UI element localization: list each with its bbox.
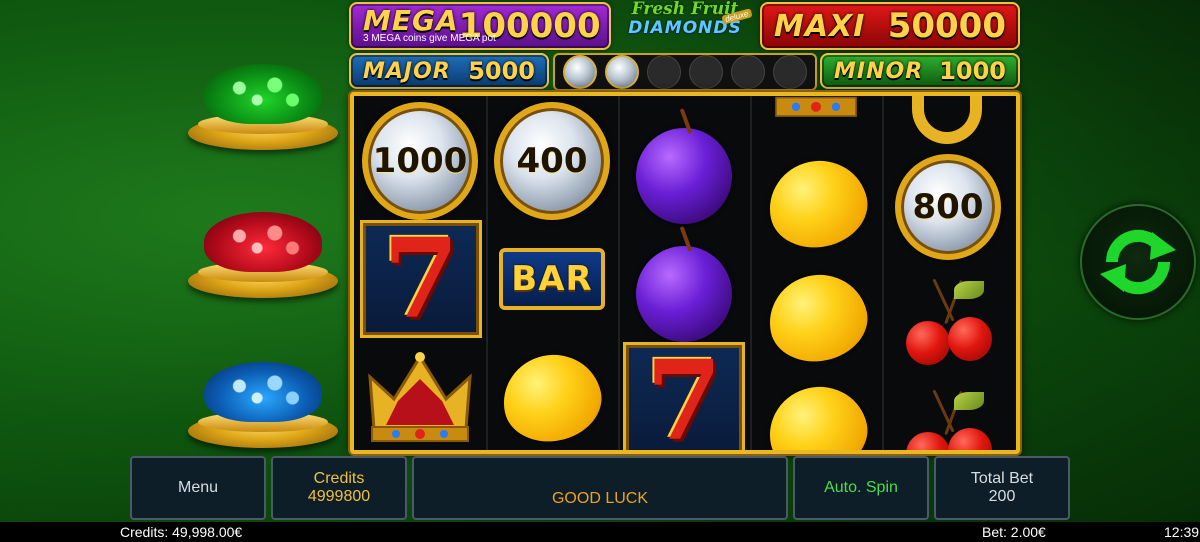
plum-icon xyxy=(636,128,732,224)
maxi-jackpot: MAXI 50000 xyxy=(760,2,1020,50)
maxi-value: 50000 xyxy=(887,6,1006,46)
emerald-pot xyxy=(188,60,338,150)
coin-symbol: 1000 xyxy=(362,102,478,220)
major-value: 5000 xyxy=(468,57,535,85)
coin-symbol: 800 xyxy=(895,154,1001,260)
status-bar: Credits: 49,998.00€ Bet: 2.00€ 12:39 xyxy=(0,522,1200,542)
reel3-row3: 7 xyxy=(622,342,746,450)
spin-arrows-icon xyxy=(1100,229,1176,295)
reel3-row1 xyxy=(634,126,734,226)
coin-symbol: 400 xyxy=(494,102,610,220)
menu-button[interactable]: Menu xyxy=(130,456,266,520)
mega-jackpot: MEGA 100000 3 MEGA coins give MEGA pot xyxy=(349,2,611,50)
reel2-row1: 400 xyxy=(494,102,610,220)
seven-symbol: 7 xyxy=(623,342,745,450)
credits-panel: Credits 4999800 xyxy=(271,456,407,520)
reel5-row0 xyxy=(902,96,992,146)
empty-coin-slot xyxy=(731,55,765,89)
message-text: GOOD LUCK xyxy=(551,490,648,507)
status-credits: Credits: 49,998.00€ xyxy=(120,524,243,540)
lemon-icon xyxy=(761,265,875,371)
plum-icon xyxy=(636,246,732,342)
total-bet-value: 200 xyxy=(988,488,1016,505)
reel4-row3 xyxy=(761,377,875,450)
credits-label: Credits xyxy=(313,470,365,487)
collected-coin-slot xyxy=(605,55,639,89)
reel3-row2 xyxy=(634,244,734,344)
emerald-gems xyxy=(204,64,322,124)
cherries-icon xyxy=(898,277,998,367)
empty-coin-slot xyxy=(647,55,681,89)
reel5-row1: 800 xyxy=(890,148,1006,266)
reel2-row2: BAR xyxy=(494,244,610,314)
auto-spin-label: Auto. Spin xyxy=(824,479,898,496)
spin-button[interactable] xyxy=(1080,204,1196,320)
maxi-label: MAXI xyxy=(774,8,866,44)
minor-value: 1000 xyxy=(939,57,1006,85)
reel1-row2: 7 xyxy=(360,220,482,338)
cherries-icon xyxy=(898,388,998,450)
minor-jackpot: MINOR 1000 xyxy=(820,53,1020,89)
reel1-row1: 1000 xyxy=(362,102,478,220)
sapphire-gems xyxy=(204,362,322,422)
status-time: 12:39 xyxy=(1164,524,1200,540)
sapphire-pot xyxy=(188,358,338,448)
mega-subtitle: 3 MEGA coins give MEGA pot xyxy=(363,33,496,44)
reel4-row0 xyxy=(766,96,866,136)
empty-coin-slot xyxy=(773,55,807,89)
bar-symbol: BAR xyxy=(499,248,605,310)
message-panel: GOOD LUCK xyxy=(412,456,788,520)
reel1-row3 xyxy=(364,342,476,450)
ruby-gems xyxy=(204,212,322,272)
game-logo: Fresh Fruit DIAMONDS deluxe xyxy=(612,0,758,48)
reel-window: 1000 7 400 BAR 7 800 xyxy=(350,92,1020,454)
credits-value: 4999800 xyxy=(307,488,371,505)
crown-icon xyxy=(368,352,472,442)
lemon-icon xyxy=(761,377,875,450)
ruby-pot xyxy=(188,208,338,298)
major-jackpot: MAJOR 5000 xyxy=(349,53,549,89)
game-stage: MEGA 100000 3 MEGA coins give MEGA pot F… xyxy=(0,0,1200,542)
auto-spin-button[interactable]: Auto. Spin xyxy=(793,456,929,520)
horseshoe-icon xyxy=(912,96,982,144)
lemon-icon xyxy=(761,151,875,257)
status-bet: Bet: 2.00€ xyxy=(982,524,1046,540)
mega-label: MEGA xyxy=(363,3,459,37)
reel5-row3 xyxy=(894,388,1002,450)
reel5-row2 xyxy=(894,274,1002,370)
major-label: MAJOR xyxy=(363,58,451,84)
minor-label: MINOR xyxy=(834,58,924,84)
total-bet-label: Total Bet xyxy=(970,470,1034,487)
total-bet-button[interactable]: Total Bet 200 xyxy=(934,456,1070,520)
reel4-row1 xyxy=(761,151,875,257)
crown-icon xyxy=(775,96,857,117)
reel4-row2 xyxy=(761,265,875,371)
coin-progress-bar xyxy=(553,53,817,91)
lemon-icon xyxy=(495,345,609,450)
menu-label: Menu xyxy=(177,479,219,496)
reel2-row3 xyxy=(495,345,609,450)
seven-symbol: 7 xyxy=(360,220,482,338)
empty-coin-slot xyxy=(689,55,723,89)
collected-coin-slot xyxy=(563,55,597,89)
